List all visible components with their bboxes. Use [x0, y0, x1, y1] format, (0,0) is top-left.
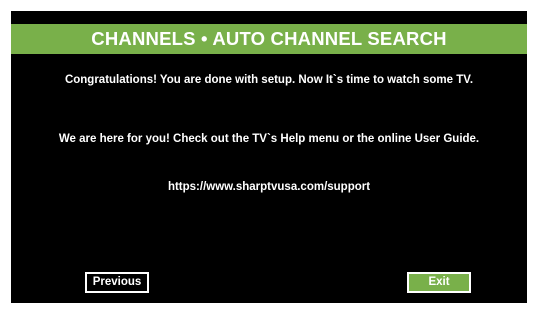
support-url-text: https://www.sharptvusa.com/support: [167, 181, 371, 193]
exit-button[interactable]: Exit: [407, 272, 471, 293]
page-title: CHANNELS • AUTO CHANNEL SEARCH: [11, 24, 527, 54]
previous-button[interactable]: Previous: [85, 272, 149, 293]
setup-complete-message: Congratulations! You are done with setup…: [64, 74, 474, 86]
help-message: We are here for you! Check out the TV`s …: [58, 133, 480, 145]
tv-screen: CHANNELS • AUTO CHANNEL SEARCH Congratul…: [11, 11, 527, 303]
